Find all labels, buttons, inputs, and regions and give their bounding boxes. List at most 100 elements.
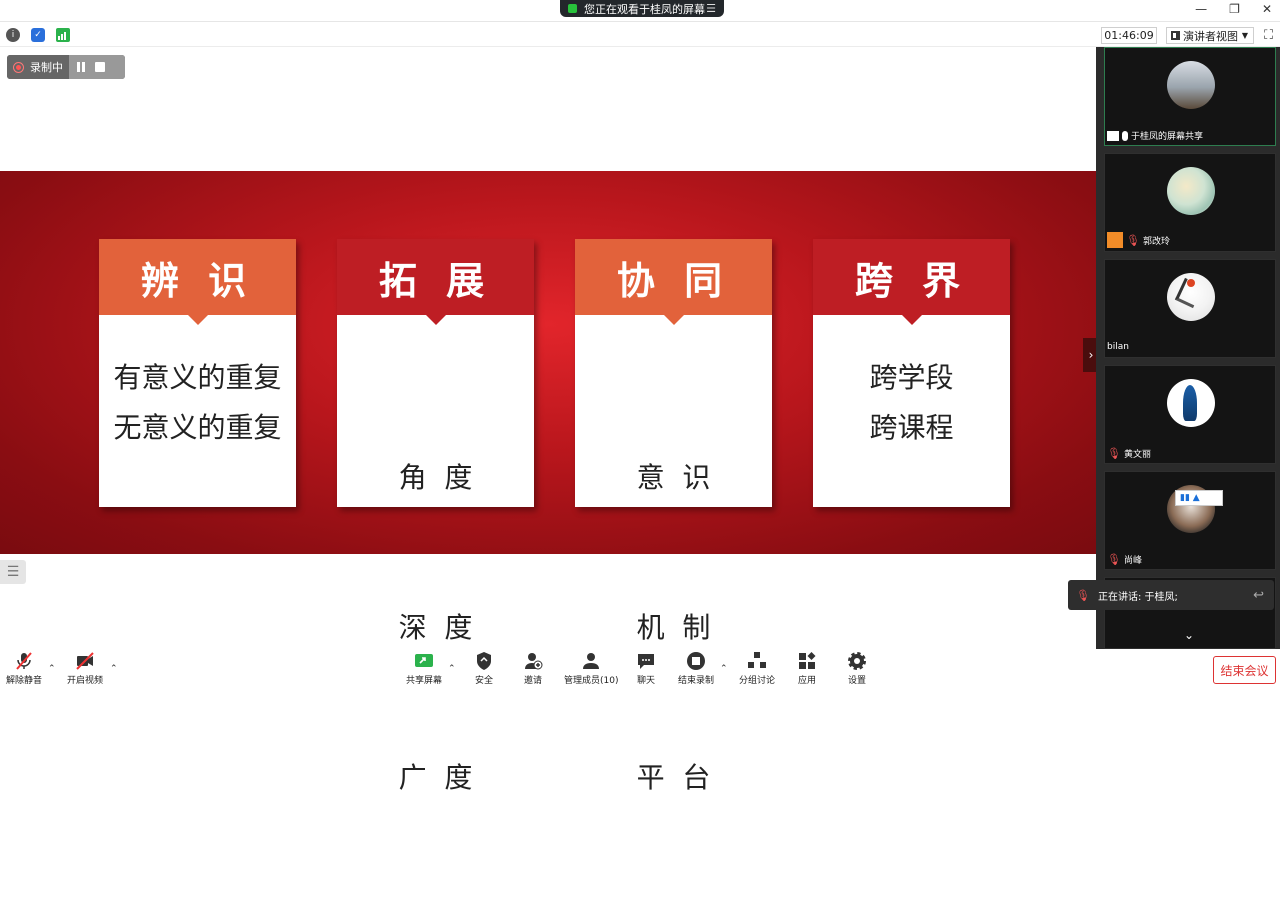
add-user-icon xyxy=(525,653,543,670)
screen-share-icon xyxy=(1107,130,1119,141)
shield-icon[interactable]: ✓ xyxy=(31,28,45,42)
invite-button[interactable]: 邀请 xyxy=(523,651,543,686)
host-icon xyxy=(1107,232,1123,248)
close-button[interactable]: ✕ xyxy=(1262,2,1272,16)
pause-recording-button[interactable] xyxy=(77,62,85,72)
card-line: 跨课程 xyxy=(869,411,954,444)
info-bar: i ✓ 01:46:09 演讲者视图 ▼ ⛶ xyxy=(0,23,1280,47)
slide-card-1: 辨 识 有意义的重复 无意义的重复 xyxy=(99,239,296,507)
unmute-button[interactable]: 解除静音 xyxy=(6,651,42,686)
end-meeting-button[interactable]: 结束会议 xyxy=(1213,656,1276,684)
end-recording-button[interactable]: 结束录制 xyxy=(678,651,714,686)
end-recording-label: 结束录制 xyxy=(678,676,715,686)
meeting-toolbar: 解除静音 ⌃ 开启视频 ⌃ 共享屏幕 ⌃ 安全 邀请 管理成员(10) 聊天 结… xyxy=(0,649,1280,686)
window-controls: — ❐ ✕ xyxy=(1195,2,1272,16)
card-title: 协 同 xyxy=(575,239,772,325)
signal-icon[interactable] xyxy=(56,28,70,42)
breakout-rooms-icon xyxy=(748,652,766,668)
muted-mic-icon: 🎙 xyxy=(1126,233,1140,247)
participant-tile[interactable]: 于桂凤的屏幕共享 xyxy=(1104,47,1276,146)
chat-icon xyxy=(638,654,654,669)
chevron-down-icon[interactable]: ⌄ xyxy=(1184,628,1194,642)
reply-icon[interactable]: ↩ xyxy=(1253,588,1264,603)
card-line: 意 识 xyxy=(636,461,711,494)
share-status-pill[interactable]: 您正在观看于桂凤的屏幕 ☰ xyxy=(560,0,724,17)
share-icon xyxy=(568,4,577,13)
chevron-up-icon[interactable]: ⌃ xyxy=(448,664,456,674)
meeting-timer: 01:46:09 xyxy=(1101,27,1157,44)
slide-card-2: 拓 展 角 度 深 度 广 度 xyxy=(337,239,534,794)
stop-recording-button[interactable] xyxy=(95,62,105,72)
share-screen-button[interactable]: 共享屏幕 xyxy=(406,651,442,686)
chevron-up-icon[interactable]: ⌃ xyxy=(720,664,728,674)
start-video-button[interactable]: 开启视频 xyxy=(67,651,103,686)
card-title: 辨 识 xyxy=(99,239,296,325)
muted-mic-icon xyxy=(16,652,32,670)
recording-label: 录制中 xyxy=(30,61,63,74)
card-line: 有意义的重复 xyxy=(113,361,282,394)
muted-mic-icon: 🎙 xyxy=(1076,588,1090,602)
apps-icon xyxy=(799,652,816,669)
recording-icon xyxy=(13,61,24,73)
stop-icon xyxy=(687,652,705,670)
slide-card-4: 跨 界 跨学段 跨课程 xyxy=(813,239,1010,507)
card-line: 广 度 xyxy=(398,761,473,794)
card-line: 角 度 xyxy=(398,461,473,494)
card-line: 平 台 xyxy=(636,761,711,794)
gear-icon xyxy=(848,652,866,670)
speaking-text: 正在讲话: 于桂凤; xyxy=(1097,591,1178,603)
participant-name: 黄文丽 xyxy=(1123,450,1151,460)
share-status-text: 您正在观看于桂凤的屏幕 xyxy=(584,2,705,16)
speaking-indicator: 🎙 正在讲话: 于桂凤; ↩ xyxy=(1068,580,1274,610)
participant-name: 于桂凤的屏幕共享 xyxy=(1131,132,1204,142)
speaker-view-icon xyxy=(1171,31,1180,40)
chevron-up-icon[interactable]: ⌃ xyxy=(110,664,118,674)
shared-slide: 辨 识 有意义的重复 无意义的重复 拓 展 角 度 深 度 广 度 协 同 意 … xyxy=(0,171,1096,794)
participant-video-list[interactable]: 于桂凤的屏幕共享 🎙 郭改玲 bilan 🎙 黄文丽 ▮▮ ▲ 🎙 尚峰 ⌄ xyxy=(1096,47,1280,649)
fullscreen-icon[interactable]: ⛶ xyxy=(1264,28,1273,43)
restore-button[interactable]: ❐ xyxy=(1229,2,1240,16)
card-line: 深 度 xyxy=(398,611,473,644)
view-mode-button[interactable]: 演讲者视图 ▼ xyxy=(1166,27,1254,44)
manage-participants-label: 管理成员(10) xyxy=(564,676,619,686)
card-title: 跨 界 xyxy=(813,239,1010,325)
mic-icon xyxy=(1122,130,1128,141)
start-video-label: 开启视频 xyxy=(67,676,104,686)
minimize-button[interactable]: — xyxy=(1195,2,1207,16)
muted-mic-icon: 🎙 xyxy=(1107,447,1121,460)
security-button[interactable]: 安全 xyxy=(474,651,494,686)
participant-tile[interactable]: 🎙 黄文丽 xyxy=(1104,365,1276,464)
participant-name: 郭改玲 xyxy=(1142,236,1170,247)
card-line: 机 制 xyxy=(636,611,711,644)
invite-label: 邀请 xyxy=(523,676,542,686)
chevron-up-icon[interactable]: ⌃ xyxy=(48,664,56,674)
recording-bar: 录制中 xyxy=(7,55,125,79)
settings-button[interactable]: 设置 xyxy=(847,651,867,686)
participant-tile[interactable]: bilan xyxy=(1104,259,1276,358)
breakout-rooms-button[interactable]: 分组讨论 xyxy=(739,651,775,686)
breakout-rooms-label: 分组讨论 xyxy=(739,676,776,686)
participant-name: 尚峰 xyxy=(1123,556,1142,566)
list-icon[interactable]: ☰ xyxy=(0,560,26,584)
title-bar: 您正在观看于桂凤的屏幕 ☰ — ❐ ✕ xyxy=(0,0,1280,22)
avatar xyxy=(1167,379,1215,427)
manage-participants-button[interactable]: 管理成员(10) xyxy=(564,651,618,686)
info-icon[interactable]: i xyxy=(6,28,20,42)
participant-name: bilan xyxy=(1107,342,1129,352)
video-off-icon xyxy=(76,652,94,670)
menu-icon[interactable]: ☰ xyxy=(706,2,716,15)
card-line: 无意义的重复 xyxy=(113,411,282,444)
avatar xyxy=(1167,61,1215,109)
share-screen-label: 共享屏幕 xyxy=(406,676,443,686)
apps-label: 应用 xyxy=(797,676,816,686)
chat-label: 聊天 xyxy=(636,676,655,686)
apps-button[interactable]: 应用 xyxy=(797,651,817,686)
participants-icon xyxy=(583,653,600,669)
chat-button[interactable]: 聊天 xyxy=(636,651,656,686)
card-line: 跨学段 xyxy=(869,361,954,394)
card-title: 拓 展 xyxy=(337,239,534,325)
participant-tile[interactable]: 🎙 郭改玲 xyxy=(1104,153,1276,252)
avatar xyxy=(1167,167,1215,215)
participant-tile[interactable]: ▮▮ ▲ 🎙 尚峰 xyxy=(1104,471,1276,570)
chevron-down-icon: ▼ xyxy=(1241,31,1248,40)
